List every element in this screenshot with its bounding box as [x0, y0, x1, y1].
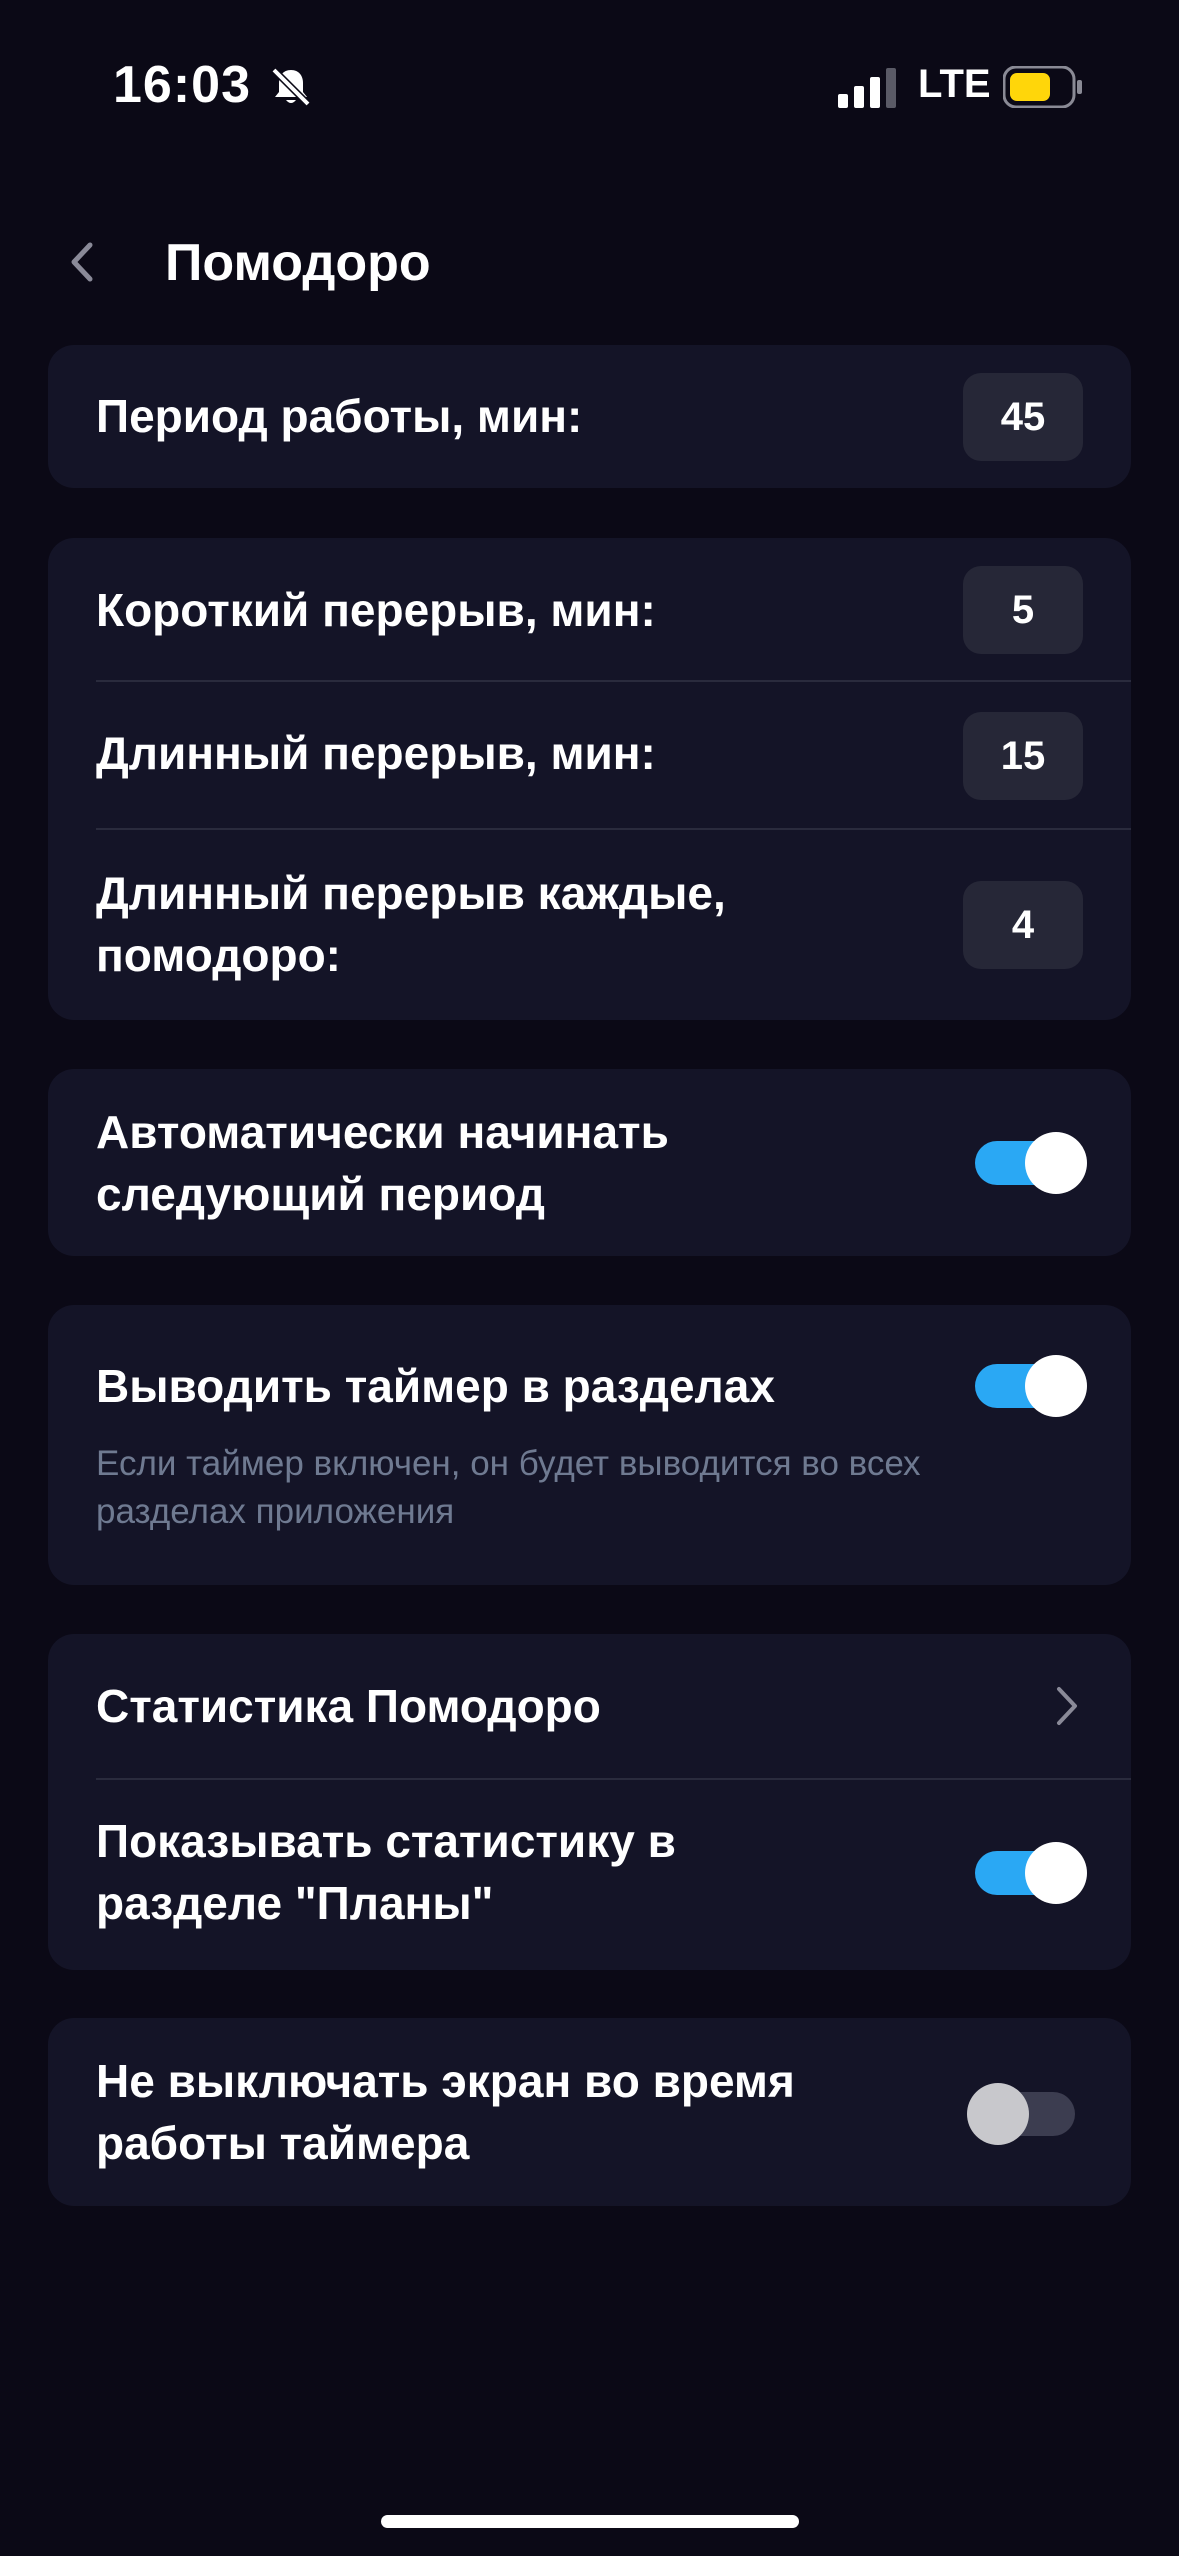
work-period-value[interactable]: 45 [963, 373, 1083, 461]
nav-header: Помодоро [0, 215, 1179, 305]
long-break-value[interactable]: 15 [963, 712, 1083, 800]
keep-screen-row: Не выключать экран во время работы тайме… [48, 2018, 1131, 2206]
breaks-card: Короткий перерыв, мин: 5 Длинный перерыв… [48, 538, 1131, 1020]
auto-start-row: Автоматически начинать следующий период [48, 1069, 1131, 1256]
show-stats-toggle[interactable] [975, 1842, 1087, 1904]
auto-start-toggle[interactable] [975, 1132, 1087, 1194]
status-bar: 16:03 LTE [0, 0, 1179, 180]
battery-icon [1003, 66, 1082, 108]
short-break-row[interactable]: Короткий перерыв, мин: 5 [48, 538, 1131, 680]
auto-start-card: Автоматически начинать следующий период [48, 1069, 1131, 1256]
show-stats-label: Показывать статистику в разделе "Планы" [96, 1815, 676, 1929]
short-break-label: Короткий перерыв, мин: [96, 584, 656, 636]
long-break-label: Длинный перерыв, мин: [96, 727, 656, 779]
toggle-knob [1025, 1132, 1087, 1194]
long-break-every-row[interactable]: Длинный перерыв каждые, помодоро: 4 [48, 830, 1131, 1020]
page-title: Помодоро [165, 234, 431, 292]
statistics-card: Статистика Помодоро Показывать статистик… [48, 1634, 1131, 1970]
long-break-row[interactable]: Длинный перерыв, мин: 15 [48, 682, 1131, 826]
long-break-every-label: Длинный перерыв каждые, помодоро: [96, 867, 726, 981]
signal-icon [838, 68, 896, 108]
show-timer-hint: Если таймер включен, он будет выводится … [96, 1444, 921, 1531]
statistics-link-label: Статистика Помодоро [96, 1680, 601, 1732]
keep-screen-card: Не выключать экран во время работы тайме… [48, 2018, 1131, 2206]
work-period-row[interactable]: Период работы, мин: 45 [48, 345, 1131, 488]
keep-screen-label: Не выключать экран во время работы тайме… [96, 2055, 795, 2169]
status-time: 16:03 [113, 56, 251, 114]
toggle-knob [967, 2083, 1029, 2145]
long-break-every-value[interactable]: 4 [963, 881, 1083, 969]
home-indicator[interactable] [381, 2515, 799, 2528]
chevron-right-icon [1057, 1687, 1077, 1725]
short-break-value[interactable]: 5 [963, 566, 1083, 654]
bell-muted-icon [271, 67, 311, 107]
statistics-link-row[interactable]: Статистика Помодоро [48, 1634, 1131, 1778]
back-chevron-icon[interactable] [62, 237, 102, 287]
show-timer-toggle[interactable] [975, 1355, 1087, 1417]
network-type: LTE [918, 62, 991, 106]
auto-start-label: Автоматически начинать следующий период [96, 1106, 669, 1220]
show-stats-row: Показывать статистику в разделе "Планы" [48, 1780, 1131, 1970]
toggle-knob [1025, 1842, 1087, 1904]
show-timer-label: Выводить таймер в разделах [96, 1360, 775, 1412]
show-timer-card: Выводить таймер в разделах Если таймер в… [48, 1305, 1131, 1585]
toggle-knob [1025, 1355, 1087, 1417]
keep-screen-toggle[interactable] [967, 2083, 1075, 2145]
show-timer-row: Выводить таймер в разделах Если таймер в… [48, 1305, 1131, 1585]
work-period-card: Период работы, мин: 45 [48, 345, 1131, 488]
work-period-label: Период работы, мин: [96, 390, 583, 442]
